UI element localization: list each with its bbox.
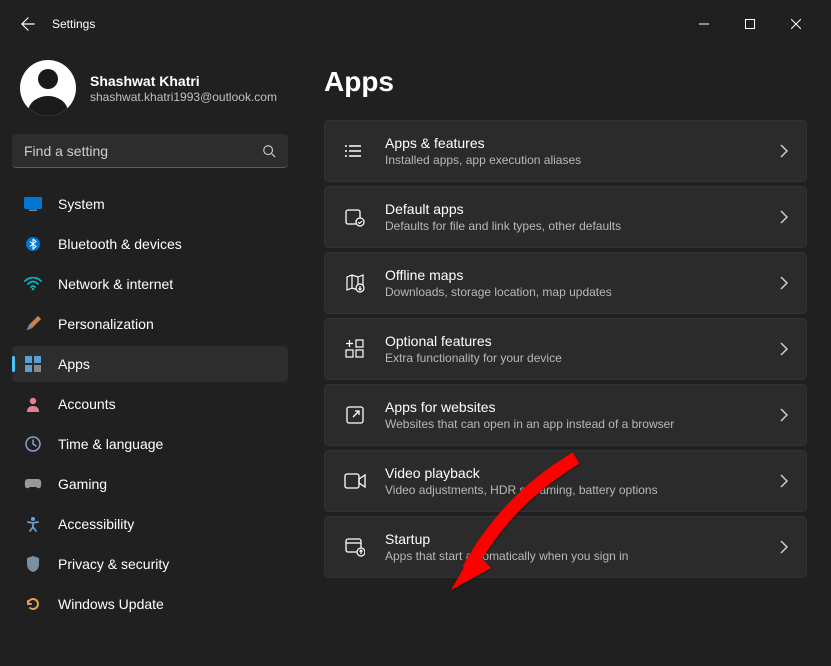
search-box[interactable] — [12, 134, 288, 168]
card-subtitle: Apps that start automatically when you s… — [385, 549, 762, 563]
sidebar-item-apps[interactable]: Apps — [12, 346, 288, 382]
titlebar: Settings — [0, 0, 831, 48]
card-subtitle: Video adjustments, HDR streaming, batter… — [385, 483, 762, 497]
window-title: Settings — [52, 17, 95, 31]
card-title: Apps & features — [385, 135, 762, 151]
plus-grid-icon — [343, 337, 367, 361]
sidebar-item-accounts[interactable]: Accounts — [12, 386, 288, 422]
sidebar-item-privacy[interactable]: Privacy & security — [12, 546, 288, 582]
window-controls — [681, 8, 819, 40]
sidebar-item-system[interactable]: System — [12, 186, 288, 222]
card-subtitle: Websites that can open in an app instead… — [385, 417, 762, 431]
list-icon — [343, 139, 367, 163]
chevron-right-icon — [780, 342, 788, 356]
sidebar-item-label: Time & language — [58, 436, 163, 452]
sidebar-item-accessibility[interactable]: Accessibility — [12, 506, 288, 542]
chevron-right-icon — [780, 540, 788, 554]
paintbrush-icon — [24, 315, 42, 333]
card-video-playback[interactable]: Video playback Video adjustments, HDR st… — [324, 450, 807, 512]
bluetooth-icon — [24, 235, 42, 253]
display-icon — [24, 195, 42, 213]
sidebar-item-label: Windows Update — [58, 596, 164, 612]
chevron-right-icon — [780, 276, 788, 290]
card-title: Default apps — [385, 201, 762, 217]
back-arrow-icon — [21, 17, 35, 31]
nav-list: System Bluetooth & devices Network & int… — [12, 186, 288, 622]
sidebar-item-label: Bluetooth & devices — [58, 236, 182, 252]
person-icon — [24, 395, 42, 413]
close-icon — [791, 19, 801, 29]
back-button[interactable] — [12, 8, 44, 40]
avatar — [20, 60, 76, 116]
open-icon — [343, 403, 367, 427]
chevron-right-icon — [780, 408, 788, 422]
chevron-right-icon — [780, 210, 788, 224]
sidebar-item-time-language[interactable]: Time & language — [12, 426, 288, 462]
search-icon — [262, 144, 276, 158]
card-title: Optional features — [385, 333, 762, 349]
card-startup[interactable]: Startup Apps that start automatically wh… — [324, 516, 807, 578]
sidebar-item-label: Apps — [58, 356, 90, 372]
card-title: Apps for websites — [385, 399, 762, 415]
gamepad-icon — [24, 475, 42, 493]
card-apps-websites[interactable]: Apps for websites Websites that can open… — [324, 384, 807, 446]
card-title: Startup — [385, 531, 762, 547]
sidebar-item-label: Accessibility — [58, 516, 134, 532]
search-input[interactable] — [24, 143, 262, 159]
map-icon — [343, 271, 367, 295]
sidebar-item-bluetooth[interactable]: Bluetooth & devices — [12, 226, 288, 262]
sidebar-item-label: Accounts — [58, 396, 116, 412]
sidebar-item-label: System — [58, 196, 105, 212]
profile-name: Shashwat Khatri — [90, 73, 277, 89]
apps-icon — [24, 355, 42, 373]
sidebar-item-label: Network & internet — [58, 276, 173, 292]
card-offline-maps[interactable]: Offline maps Downloads, storage location… — [324, 252, 807, 314]
minimize-button[interactable] — [681, 8, 727, 40]
card-subtitle: Extra functionality for your device — [385, 351, 762, 365]
card-optional-features[interactable]: Optional features Extra functionality fo… — [324, 318, 807, 380]
card-subtitle: Downloads, storage location, map updates — [385, 285, 762, 299]
sidebar-item-gaming[interactable]: Gaming — [12, 466, 288, 502]
default-apps-icon — [343, 205, 367, 229]
accessibility-icon — [24, 515, 42, 533]
update-icon — [24, 595, 42, 613]
maximize-icon — [745, 19, 755, 29]
clock-icon — [24, 435, 42, 453]
shield-icon — [24, 555, 42, 573]
card-subtitle: Defaults for file and link types, other … — [385, 219, 762, 233]
card-title: Offline maps — [385, 267, 762, 283]
chevron-right-icon — [780, 144, 788, 158]
chevron-right-icon — [780, 474, 788, 488]
sidebar-item-label: Privacy & security — [58, 556, 169, 572]
startup-icon — [343, 535, 367, 559]
card-title: Video playback — [385, 465, 762, 481]
profile-email: shashwat.khatri1993@outlook.com — [90, 90, 277, 104]
close-button[interactable] — [773, 8, 819, 40]
card-apps-features[interactable]: Apps & features Installed apps, app exec… — [324, 120, 807, 182]
video-icon — [343, 469, 367, 493]
minimize-icon — [699, 19, 709, 29]
page-title: Apps — [324, 66, 807, 98]
content-area: Apps Apps & features Installed apps, app… — [300, 48, 831, 666]
wifi-icon — [24, 275, 42, 293]
card-default-apps[interactable]: Default apps Defaults for file and link … — [324, 186, 807, 248]
sidebar-item-windows-update[interactable]: Windows Update — [12, 586, 288, 622]
sidebar: Shashwat Khatri shashwat.khatri1993@outl… — [0, 48, 300, 666]
sidebar-item-network[interactable]: Network & internet — [12, 266, 288, 302]
sidebar-item-label: Personalization — [58, 316, 154, 332]
maximize-button[interactable] — [727, 8, 773, 40]
profile-block[interactable]: Shashwat Khatri shashwat.khatri1993@outl… — [12, 48, 288, 134]
sidebar-item-label: Gaming — [58, 476, 107, 492]
sidebar-item-personalization[interactable]: Personalization — [12, 306, 288, 342]
card-subtitle: Installed apps, app execution aliases — [385, 153, 762, 167]
